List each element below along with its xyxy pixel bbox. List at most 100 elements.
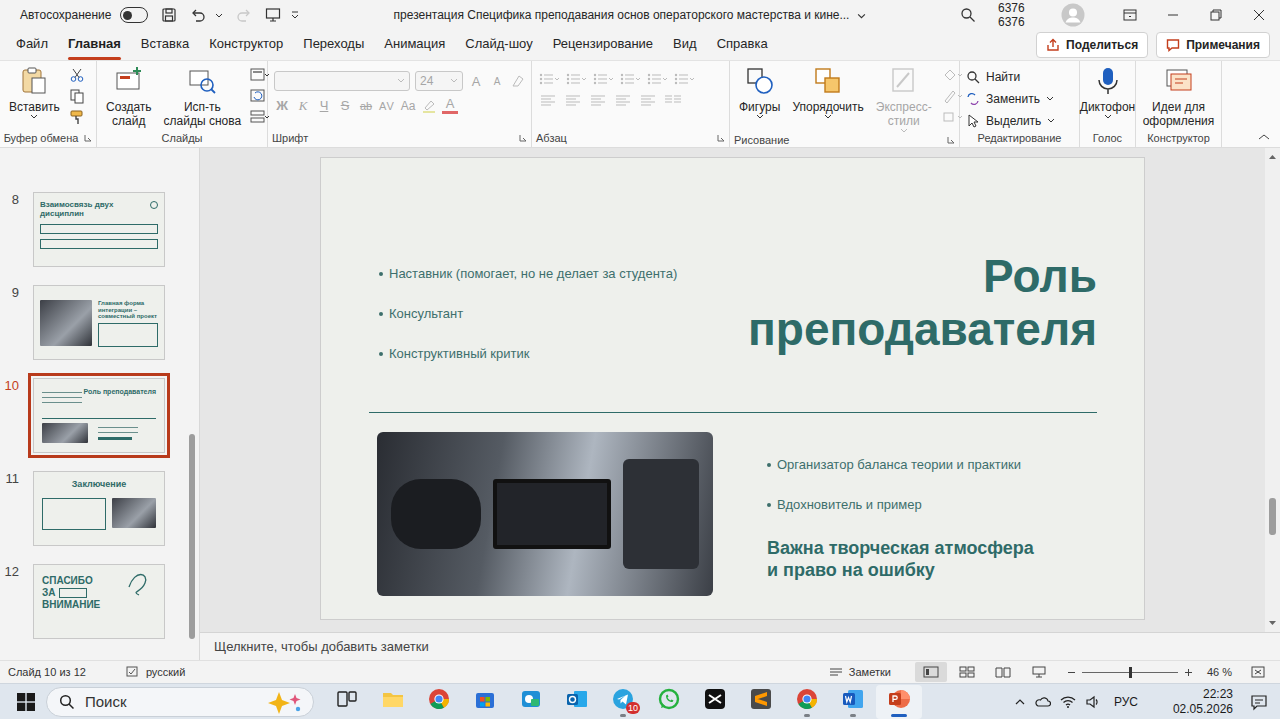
slide-thumbnail[interactable]: 10Роль преподавателя xyxy=(0,378,185,453)
bullet-item[interactable]: Организатор баланса теории и практики xyxy=(767,457,1034,473)
normal-view-icon[interactable] xyxy=(915,662,947,682)
language-indicator[interactable]: русский xyxy=(126,666,185,678)
notifications-icon[interactable] xyxy=(1250,693,1268,711)
title-dropdown-icon[interactable] xyxy=(857,11,866,20)
zoom-thumb[interactable] xyxy=(1129,667,1132,678)
present-icon[interactable] xyxy=(265,7,281,23)
slide-thumbnail[interactable]: 9Главная форма интеграции – совместный п… xyxy=(0,285,185,360)
format-button[interactable]: S xyxy=(337,98,353,113)
slide-thumbnail[interactable]: 12СПАСИБОЗАВНИМАНИЕ xyxy=(0,564,185,639)
speaker-icon[interactable] xyxy=(1085,694,1101,710)
fit-slide-icon[interactable] xyxy=(1242,662,1274,682)
share-button[interactable]: Поделиться xyxy=(1036,32,1148,58)
ribbon-tab[interactable]: Слайд-шоу xyxy=(455,30,542,60)
bullet-item[interactable]: Наставник (помогает, но не делает за сту… xyxy=(379,266,677,282)
font-name-field[interactable] xyxy=(274,71,410,91)
taskbar-app[interactable] xyxy=(830,685,876,719)
cut-icon[interactable] xyxy=(69,67,85,83)
slide-title[interactable]: Рольпреподавателя xyxy=(748,250,1097,356)
user-name[interactable]: 6376 6376 xyxy=(998,1,1051,29)
restore-icon[interactable] xyxy=(1194,0,1237,30)
dialog-launcher-icon[interactable] xyxy=(519,134,527,142)
notes-field[interactable]: Щелкните, чтобы добавить заметки xyxy=(200,632,1280,660)
taskbar-app[interactable] xyxy=(738,685,784,719)
new-slide-button[interactable]: Создатьслайд xyxy=(103,65,155,128)
start-button[interactable] xyxy=(6,684,46,719)
ribbon-tab[interactable]: Вид xyxy=(663,30,707,60)
scroll-up-icon[interactable] xyxy=(1268,154,1277,160)
slide-thumbnail[interactable]: 11Заключение xyxy=(0,471,185,546)
scroll-thumb[interactable] xyxy=(1269,498,1276,534)
ribbon-display-icon[interactable] xyxy=(1109,0,1152,30)
format-button[interactable]: К xyxy=(295,98,311,114)
format-button[interactable]: ab xyxy=(358,100,374,112)
zoom-slider[interactable] xyxy=(1067,668,1193,677)
ribbon-tab[interactable]: Главная xyxy=(58,30,131,60)
taskbar-app[interactable] xyxy=(324,685,370,719)
paste-dropdown-icon[interactable] xyxy=(30,114,38,120)
autosave-toggle[interactable] xyxy=(120,7,148,23)
network-icon[interactable] xyxy=(1060,694,1076,710)
taskbar-app[interactable]: 10 xyxy=(600,685,646,719)
scroll-down-icon[interactable] xyxy=(1268,620,1277,626)
undo-dropdown-icon[interactable] xyxy=(215,11,223,19)
ribbon-tab[interactable]: Конструктор xyxy=(199,30,293,60)
ribbon-tab[interactable]: Файл xyxy=(6,30,58,60)
window-title[interactable]: презентация Специфика преподавания основ… xyxy=(300,8,960,22)
taskbar-app[interactable] xyxy=(508,685,554,719)
zoom-level[interactable]: 46 % xyxy=(1207,666,1232,678)
copy-icon[interactable] xyxy=(69,88,85,104)
taskbar-app[interactable] xyxy=(554,685,600,719)
taskbar-app[interactable] xyxy=(416,685,462,719)
slide-thumbnail[interactable]: 8Взаимосвязь двух дисциплин xyxy=(0,192,185,267)
taskbar-app[interactable] xyxy=(784,685,830,719)
format-button[interactable]: Ч xyxy=(316,98,332,113)
customize-toolbar-icon[interactable] xyxy=(290,10,300,20)
bullet-item[interactable]: Конструктивный критик xyxy=(379,346,677,362)
thumbnails-scrollbar[interactable] xyxy=(185,148,199,660)
format-painter-icon[interactable] xyxy=(69,109,85,125)
taskbar-app[interactable] xyxy=(876,685,922,719)
clock[interactable]: 22:2302.05.2026 xyxy=(1173,687,1233,717)
font-size-step-button[interactable]: A xyxy=(489,76,505,87)
format-button[interactable]: AV xyxy=(379,100,395,112)
zoom-out-icon[interactable] xyxy=(1067,668,1076,677)
font-size-step-button[interactable]: A xyxy=(468,74,484,89)
input-language[interactable]: РУС xyxy=(1114,695,1138,709)
editing-button[interactable]: Выделить xyxy=(966,111,1055,130)
dialog-launcher-icon[interactable] xyxy=(947,136,955,144)
dictate-button[interactable]: Диктофон xyxy=(1077,65,1138,120)
format-button[interactable]: Aa xyxy=(400,99,416,113)
drawing-button[interactable]: Упорядочить xyxy=(789,65,866,120)
collapse-ribbon-icon[interactable] xyxy=(1258,133,1270,141)
undo-icon[interactable] xyxy=(190,7,206,23)
format-button[interactable]: Ж xyxy=(274,98,290,113)
avatar-icon[interactable] xyxy=(1061,3,1085,27)
search-icon[interactable] xyxy=(960,7,976,23)
bullet-item[interactable]: Вдохновитель и пример xyxy=(767,497,1034,513)
show-hidden-icon[interactable] xyxy=(1014,696,1026,708)
taskbar-app[interactable] xyxy=(646,685,692,719)
taskbar-search[interactable]: Поиск xyxy=(46,687,314,717)
scroll-thumb[interactable] xyxy=(189,434,195,639)
emphasis-text[interactable]: Важна творческая атмосфераи право на оши… xyxy=(767,537,1034,581)
reading-view-icon[interactable] xyxy=(987,662,1019,682)
bullet-item[interactable]: Консультант xyxy=(379,306,677,322)
design-ideas-button[interactable]: Идеи дляоформления xyxy=(1140,65,1218,128)
slideshow-view-icon[interactable] xyxy=(1023,662,1055,682)
drawing-button[interactable]: Фигуры xyxy=(736,65,783,120)
ribbon-tab[interactable]: Справка xyxy=(707,30,778,60)
ribbon-tab[interactable]: Переходы xyxy=(293,30,374,60)
dialog-launcher-icon[interactable] xyxy=(717,134,725,142)
notes-toggle[interactable]: Заметки xyxy=(829,666,891,678)
ribbon-tab[interactable]: Анимация xyxy=(374,30,455,60)
slide-scrollbar[interactable] xyxy=(1265,148,1280,632)
font-size-field[interactable]: 24 xyxy=(415,71,463,91)
minimize-icon[interactable] xyxy=(1152,0,1195,30)
font-color-button[interactable]: A xyxy=(442,97,458,114)
zoom-in-icon[interactable] xyxy=(1184,668,1193,677)
sorter-view-icon[interactable] xyxy=(951,662,983,682)
paste-button[interactable]: Вставить xyxy=(6,65,63,120)
camera-photo[interactable] xyxy=(377,432,713,596)
onedrive-icon[interactable] xyxy=(1035,694,1051,710)
